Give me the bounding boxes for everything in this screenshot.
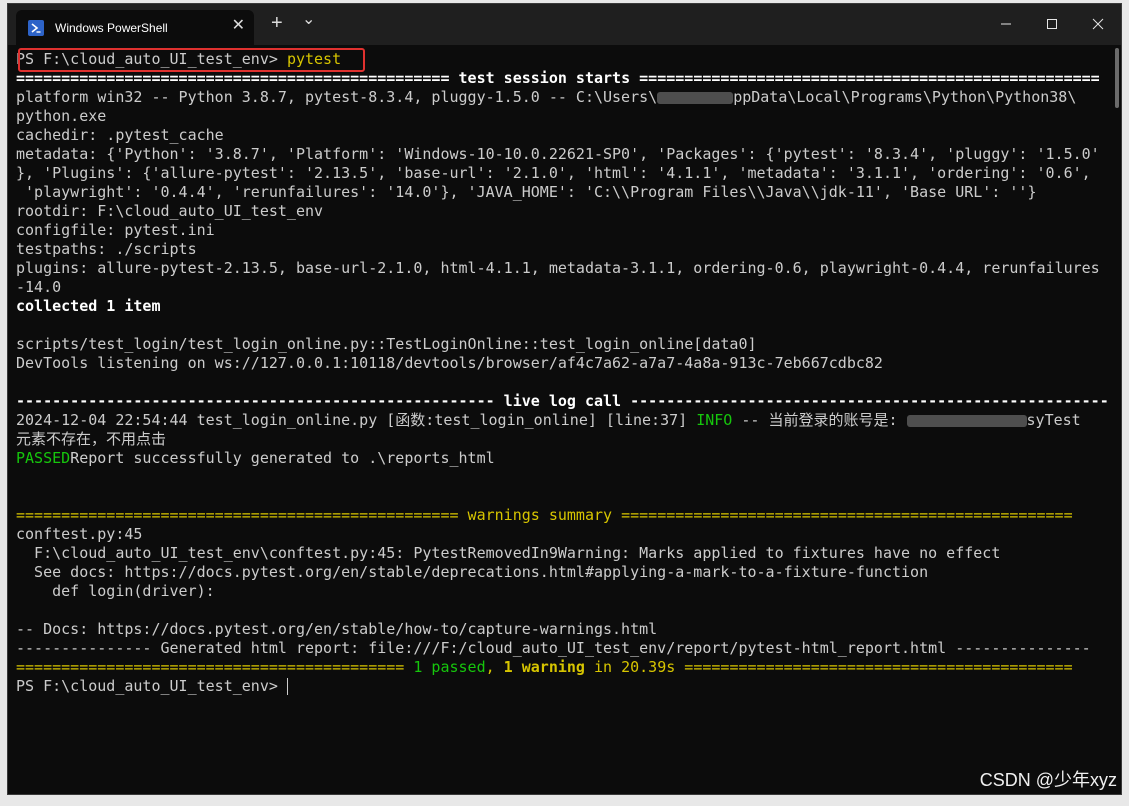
plugins-line: plugins: allure-pytest-2.13.5, base-url-… <box>16 259 1100 277</box>
powershell-icon <box>28 19 44 36</box>
cachedir-line: cachedir: .pytest_cache <box>16 126 224 144</box>
text-cursor <box>286 678 288 695</box>
plugins-line-cont: -14.0 <box>16 278 62 296</box>
powershell-window: Windows PowerShell ✕ + ⌄ PS F:\cloud_aut… <box>7 3 1122 795</box>
metadata-line: 'playwright': '0.4.4', 'rerunfailures': … <box>16 183 1037 201</box>
docs-line: -- Docs: https://docs.pytest.org/en/stab… <box>16 620 658 638</box>
metadata-line: }, 'Plugins': {'allure-pytest': '2.13.5'… <box>16 164 1091 182</box>
platform-line-cont: python.exe <box>16 107 107 125</box>
summary-line: ========================================… <box>16 658 1073 676</box>
title-bar: Windows PowerShell ✕ + ⌄ <box>8 4 1121 45</box>
command-highlight-box <box>18 48 365 72</box>
metadata-line: metadata: {'Python': '3.8.7', 'Platform'… <box>16 145 1100 163</box>
redacted-username <box>657 91 734 104</box>
tab-powershell[interactable]: Windows PowerShell ✕ <box>16 10 254 45</box>
warning-line: See docs: https://docs.pytest.org/en/sta… <box>16 563 929 581</box>
minimize-button[interactable] <box>996 14 1016 34</box>
platform-line: platform win32 -- Python 3.8.7, pytest-8… <box>16 88 1077 106</box>
collected-line: collected 1 item <box>16 297 161 315</box>
redacted-account <box>906 414 1027 427</box>
live-log-header: ----------------------------------------… <box>16 392 1109 410</box>
log-line: 2024-12-04 22:54:44 test_login_online.py… <box>16 411 1081 429</box>
devtools-line: DevTools listening on ws://127.0.0.1:101… <box>16 354 883 372</box>
log-element-line: 元素不存在，不用点击 <box>16 430 167 448</box>
close-button[interactable] <box>1088 14 1108 34</box>
close-tab-icon[interactable]: ✕ <box>232 18 245 34</box>
testpaths-line: testpaths: ./scripts <box>16 240 197 258</box>
watermark: CSDN @少年xyz <box>979 770 1117 790</box>
warnings-header: ========================================… <box>16 506 1073 524</box>
warning-line: F:\cloud_auto_UI_test_env\conftest.py:45… <box>16 544 1001 562</box>
maximize-button[interactable] <box>1042 14 1062 34</box>
configfile-line: configfile: pytest.ini <box>16 221 215 239</box>
passed-line: PASSEDReport successfully generated to .… <box>16 449 495 467</box>
scrollbar[interactable] <box>1115 48 1119 108</box>
new-tab-button[interactable]: + <box>271 13 283 33</box>
tab-title: Windows PowerShell <box>55 20 168 35</box>
final-prompt-line[interactable]: PS F:\cloud_auto_UI_test_env> <box>16 677 1121 696</box>
rootdir-line: rootdir: F:\cloud_auto_UI_test_env <box>16 202 324 220</box>
warning-line: def login(driver): <box>16 582 215 600</box>
conftest-line: conftest.py:45 <box>16 525 143 543</box>
generated-report-line: --------------- Generated html report: f… <box>16 639 1091 657</box>
terminal-output[interactable]: PS F:\cloud_auto_UI_test_env> pytest ===… <box>16 45 1121 794</box>
dropdown-icon[interactable]: ⌄ <box>302 12 315 28</box>
test-id-line: scripts/test_login/test_login_online.py:… <box>16 335 757 353</box>
